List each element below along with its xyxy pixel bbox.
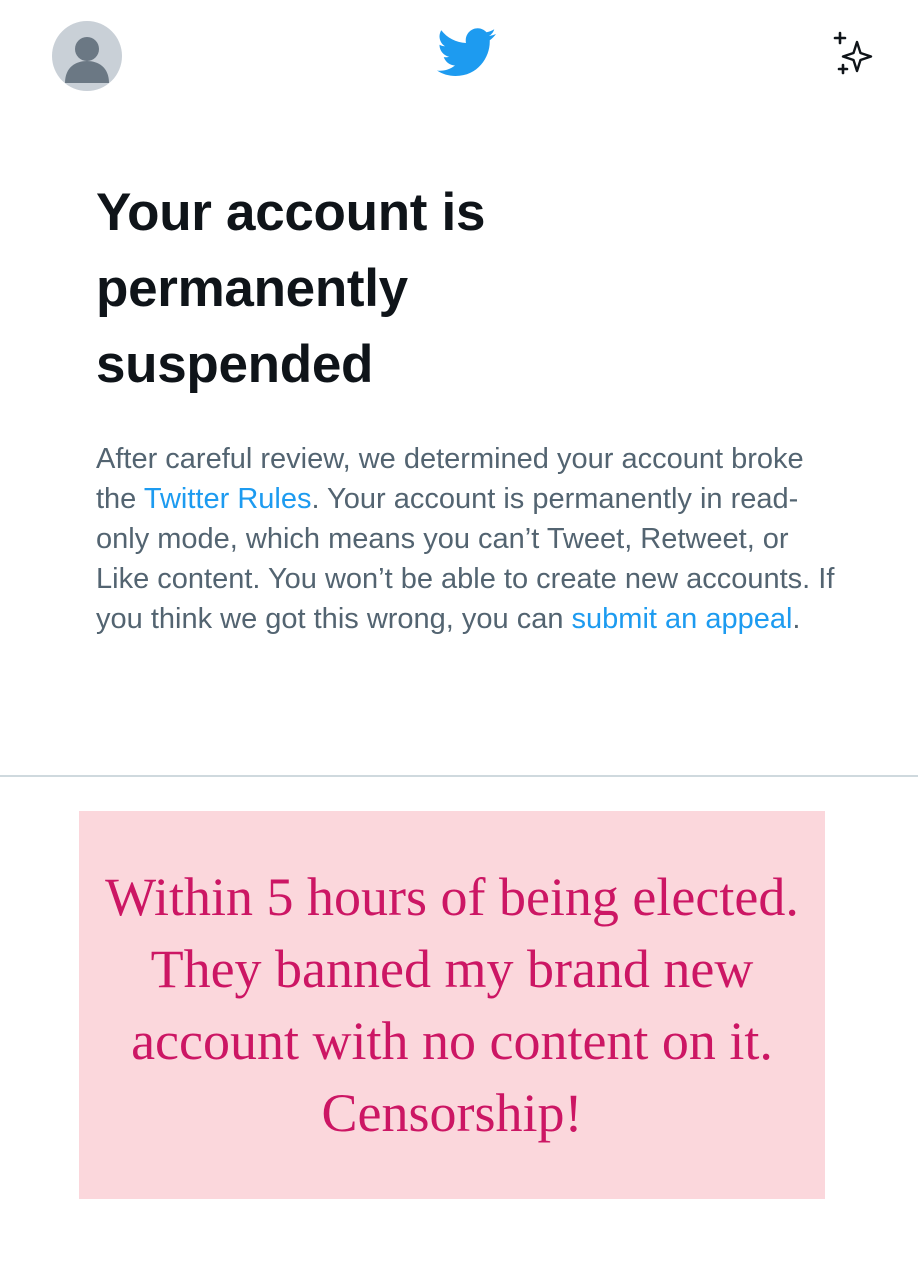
notice-body-text: . (792, 603, 801, 635)
sparkle-icon[interactable] (829, 30, 881, 82)
divider (0, 775, 918, 777)
top-bar (0, 0, 918, 130)
caption-text: Within 5 hours of being elected. They ba… (105, 867, 799, 1143)
submit-appeal-link[interactable]: submit an appeal (572, 603, 793, 635)
page-title: Your account is permanently suspended (96, 183, 486, 394)
notice-body: After careful review, we determined your… (96, 439, 841, 639)
twitter-rules-link[interactable]: Twitter Rules (144, 483, 312, 515)
default-avatar-icon[interactable] (52, 21, 122, 91)
twitter-bird-icon (437, 27, 497, 79)
caption-box: Within 5 hours of being elected. They ba… (79, 811, 825, 1199)
suspension-notice: Your account is permanently suspended Af… (96, 175, 856, 639)
